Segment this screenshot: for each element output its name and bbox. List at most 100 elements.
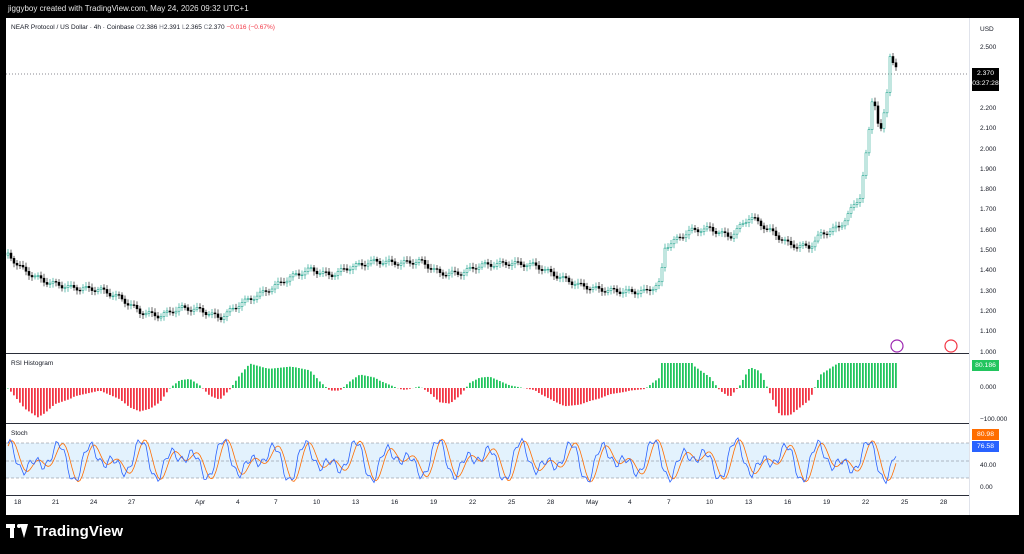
candle-body bbox=[138, 308, 142, 314]
rsi-histogram-bar bbox=[715, 385, 717, 388]
rsi-histogram-bar bbox=[283, 367, 285, 388]
candle-body bbox=[285, 280, 289, 284]
rsi-histogram-bar bbox=[106, 388, 108, 394]
rsi-histogram-bar bbox=[205, 388, 207, 392]
candle-body bbox=[840, 225, 844, 228]
rsi-histogram-bar bbox=[271, 368, 273, 388]
rsi-histogram-bar bbox=[691, 363, 693, 388]
candle-body bbox=[111, 295, 115, 298]
candle-body bbox=[222, 316, 226, 320]
rsi-histogram-bar bbox=[121, 388, 123, 401]
rsi-histogram-bar bbox=[619, 388, 621, 393]
candle-body bbox=[159, 316, 163, 319]
candle-body bbox=[804, 243, 808, 246]
candle-body bbox=[369, 260, 373, 265]
rsi-histogram-bar bbox=[301, 368, 303, 388]
candle-body bbox=[627, 289, 631, 291]
rsi-histogram-bar bbox=[508, 384, 510, 388]
candle-body bbox=[741, 222, 745, 225]
candle-body bbox=[525, 265, 529, 268]
candle-body bbox=[819, 232, 823, 236]
rsi-histogram-bar bbox=[760, 373, 762, 388]
candle-body bbox=[117, 294, 121, 296]
candle-body bbox=[171, 311, 175, 314]
rsi-histogram-bar bbox=[736, 388, 738, 389]
rsi-histogram-bar bbox=[103, 388, 105, 393]
rsi-histogram-bar bbox=[763, 379, 765, 388]
candle-body bbox=[846, 213, 850, 222]
rsi-histogram-bar bbox=[55, 388, 57, 404]
rsi-histogram-bar bbox=[565, 388, 567, 407]
rsi-histogram-bar bbox=[709, 377, 711, 388]
candle-body bbox=[534, 262, 538, 266]
rsi-histogram-bar bbox=[685, 363, 687, 388]
candle-body bbox=[789, 240, 793, 246]
candle-body bbox=[693, 227, 697, 230]
candle-body bbox=[90, 287, 94, 291]
rsi-histogram-bar bbox=[232, 385, 234, 388]
candle-body bbox=[402, 260, 406, 264]
candle-body bbox=[747, 219, 751, 223]
candle-body bbox=[417, 259, 421, 263]
rsi-histogram-bar bbox=[808, 388, 810, 401]
rsi-histogram-bar bbox=[607, 388, 609, 396]
candle-body bbox=[246, 298, 250, 300]
rsi-histogram-bar bbox=[31, 388, 33, 414]
rsi-histogram-bar bbox=[655, 380, 657, 388]
rsi-histogram-bar bbox=[742, 379, 744, 388]
rsi-histogram-bar bbox=[277, 367, 279, 388]
rsi-histogram-bar bbox=[331, 388, 333, 391]
candle-body bbox=[645, 288, 649, 291]
rsi-histogram-bar bbox=[427, 388, 429, 392]
candle-body bbox=[165, 310, 169, 313]
candle-body bbox=[6, 252, 10, 256]
candle-body bbox=[339, 268, 343, 272]
candle-body bbox=[384, 260, 388, 264]
rsi-histogram-bar bbox=[541, 388, 543, 395]
rsi-histogram-bar bbox=[649, 385, 651, 388]
candle-body bbox=[162, 312, 166, 317]
rsi-histogram-bar bbox=[658, 378, 660, 388]
rsi-histogram-bar bbox=[151, 388, 153, 408]
candle-body bbox=[633, 291, 637, 295]
candle-body bbox=[843, 220, 847, 227]
candle-body bbox=[276, 281, 280, 285]
candle-body bbox=[765, 228, 769, 230]
rsi-histogram-bar bbox=[7, 388, 9, 389]
rsi-histogram-bar bbox=[598, 388, 600, 399]
candle-body bbox=[504, 262, 508, 266]
candle-body bbox=[429, 268, 433, 270]
bottom-bar bbox=[0, 515, 1024, 554]
candle-body bbox=[507, 264, 511, 266]
rsi-histogram-bar bbox=[637, 388, 639, 390]
rsi-histogram-bar bbox=[64, 388, 66, 401]
rsi-histogram-bar bbox=[379, 380, 381, 388]
tradingview-wordmark: TradingView bbox=[34, 523, 124, 540]
rsi-histogram-bar bbox=[577, 388, 579, 405]
candle-body bbox=[510, 263, 514, 266]
rsi-histogram-bar bbox=[370, 376, 372, 388]
candle-body bbox=[228, 308, 232, 313]
candle-body bbox=[477, 266, 481, 270]
candle-body bbox=[270, 288, 274, 293]
rsi-histogram-bar bbox=[841, 363, 843, 388]
candle-body bbox=[555, 275, 559, 279]
candle-body bbox=[621, 292, 625, 294]
rsi-histogram-bar bbox=[592, 388, 594, 401]
rsi-histogram-bar bbox=[679, 363, 681, 388]
candle-body bbox=[42, 277, 46, 283]
rsi-histogram-bar bbox=[877, 363, 879, 388]
rsi-histogram-bar bbox=[439, 388, 441, 403]
candle-body bbox=[768, 228, 772, 230]
candle-body bbox=[891, 56, 895, 63]
rsi-histogram-bar bbox=[13, 388, 15, 396]
rsi-histogram-bar bbox=[538, 388, 540, 394]
rsi-histogram-bar bbox=[769, 388, 771, 394]
candle-body bbox=[660, 267, 664, 283]
candle-body bbox=[381, 263, 385, 265]
rsi-histogram-bar bbox=[892, 363, 894, 388]
candle-body bbox=[486, 262, 490, 265]
candle-body bbox=[594, 286, 598, 288]
rsi-histogram-bar bbox=[259, 366, 261, 388]
candle-body bbox=[870, 101, 874, 130]
